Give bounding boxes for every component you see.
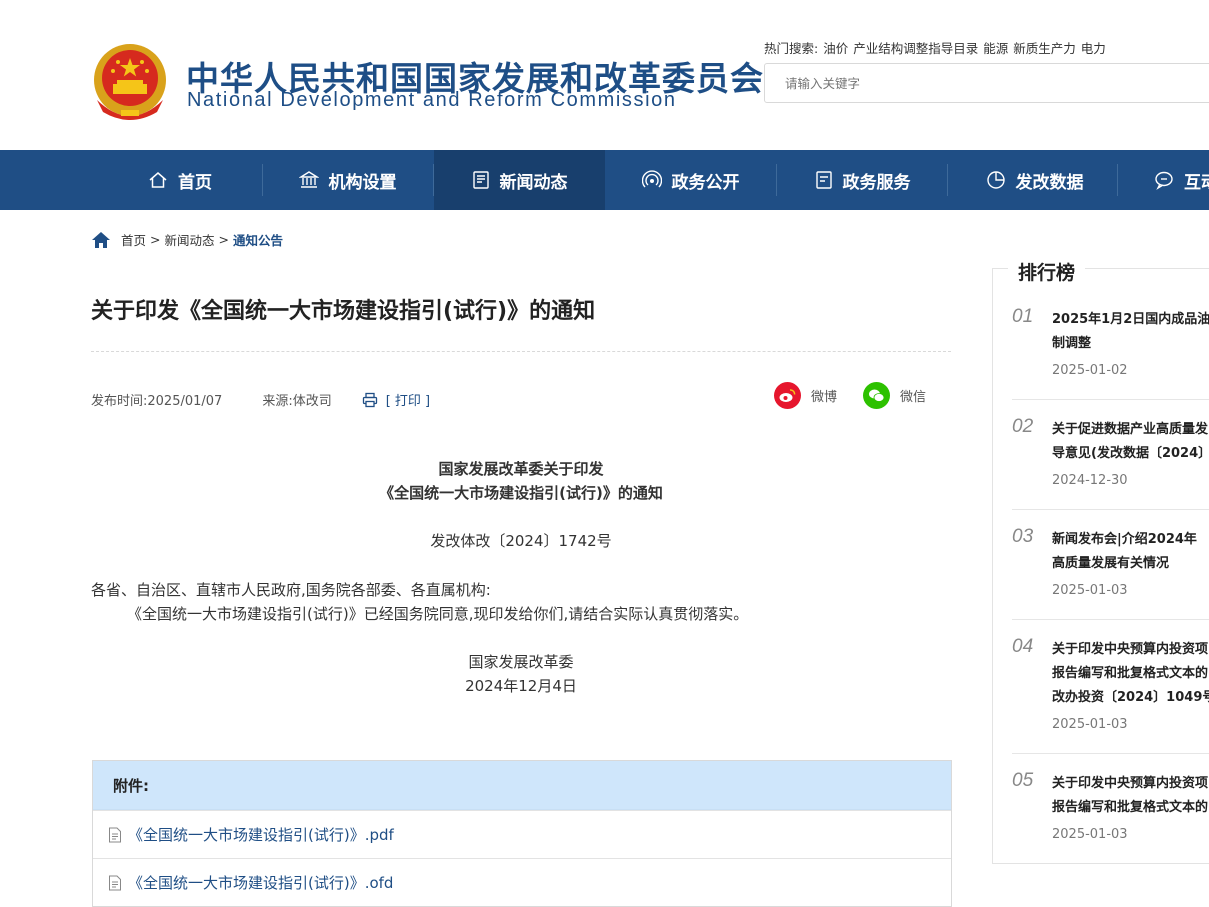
attachments-panel: 附件: 《全国统一大市场建设指引(试行)》.pdf 《全国统一大市场建设指引(试… bbox=[92, 760, 952, 907]
signature: 国家发展改革委 bbox=[468, 653, 574, 671]
ranking-number: 03 bbox=[1012, 526, 1034, 547]
hot-term[interactable]: 电力 bbox=[1081, 41, 1106, 56]
attachment-filename: 《全国统一大市场建设指引(试行)》.ofd bbox=[128, 874, 394, 892]
share-wechat[interactable]: 微信 bbox=[863, 382, 926, 409]
document-icon bbox=[815, 171, 832, 189]
ranking-divider bbox=[1012, 509, 1209, 510]
title-divider bbox=[91, 351, 951, 352]
national-emblem-icon[interactable] bbox=[91, 40, 169, 124]
ranking-divider bbox=[1012, 619, 1209, 620]
wechat-icon bbox=[863, 382, 890, 409]
hot-search: 热门搜索: 油价 产业结构调整指导目录 能源 新质生产力 电力 bbox=[764, 38, 1111, 57]
share-weibo[interactable]: 微博 bbox=[774, 382, 837, 409]
ranking-headline: 新闻发布会|介绍2024年 高质量发展有关情况 bbox=[1052, 532, 1197, 571]
ranking-date: 2025-01-02 bbox=[1052, 363, 1128, 378]
ranking-headline: 关于印发中央预算内投资项 报告编写和批复格式文本的 改办投资〔2024〕1049号 bbox=[1052, 642, 1209, 705]
ranking-date: 2025-01-03 bbox=[1052, 717, 1128, 732]
nav-divider bbox=[262, 164, 263, 196]
institution-icon bbox=[298, 171, 319, 188]
hot-term[interactable]: 能源 bbox=[983, 41, 1008, 56]
doc-heading-line2: 《全国统一大市场建设指引(试行)》的通知 bbox=[379, 484, 663, 502]
breadcrumb-home[interactable]: 首页 bbox=[121, 230, 146, 249]
publish-date: 发布时间:2025/01/07 bbox=[91, 394, 223, 409]
site-title-en[interactable]: National Development and Reform Commissi… bbox=[187, 89, 677, 112]
breadcrumb: 首页 > 新闻动态 > 通知公告 bbox=[91, 230, 283, 249]
pie-chart-icon bbox=[986, 171, 1005, 189]
attachment-link-ofd[interactable]: 《全国统一大市场建设指引(试行)》.ofd bbox=[93, 858, 951, 906]
ranking-title: 排行榜 bbox=[1008, 258, 1086, 285]
breadcrumb-separator: > bbox=[218, 232, 229, 247]
attachment-filename: 《全国统一大市场建设指引(试行)》.pdf bbox=[128, 826, 394, 844]
hot-term[interactable]: 新质生产力 bbox=[1013, 41, 1076, 56]
article-source: 来源:体改司 bbox=[262, 394, 332, 409]
home-icon[interactable] bbox=[91, 231, 111, 249]
ranking-number: 05 bbox=[1012, 770, 1034, 791]
nav-label: 发改数据 bbox=[1015, 172, 1084, 193]
printer-icon bbox=[362, 392, 377, 407]
nav-label: 新闻动态 bbox=[499, 172, 568, 193]
file-icon bbox=[109, 875, 121, 890]
nav-item-institutions[interactable]: 机构设置 bbox=[275, 150, 420, 210]
doc-number: 发改体改〔2024〕1742号 bbox=[430, 532, 612, 550]
article-meta: 发布时间:2025/01/07 来源:体改司 [ 打印 ] bbox=[91, 390, 430, 409]
share-wechat-label: 微信 bbox=[900, 390, 927, 405]
nav-item-home[interactable]: 首页 bbox=[110, 150, 250, 210]
ranking-number: 04 bbox=[1012, 636, 1034, 657]
nav-label: 政务服务 bbox=[842, 172, 911, 193]
nav-item-data[interactable]: 发改数据 bbox=[962, 150, 1107, 210]
ranking-date: 2024-12-30 bbox=[1052, 473, 1128, 488]
hot-term[interactable]: 产业结构调整指导目录 bbox=[853, 41, 978, 56]
nav-divider bbox=[776, 164, 777, 196]
ranking-number: 01 bbox=[1012, 306, 1034, 327]
file-icon bbox=[109, 827, 121, 842]
attachments-heading: 附件: bbox=[93, 761, 951, 810]
nav-label: 政务公开 bbox=[671, 172, 740, 193]
site-header: 中华人民共和国国家发展和改革委员会 National Development a… bbox=[0, 0, 1209, 150]
nav-divider bbox=[1117, 164, 1118, 196]
nav-label: 机构设置 bbox=[328, 172, 397, 193]
ranking-headline: 关于印发中央预算内投资项 报告编写和批复格式文本的 bbox=[1052, 776, 1209, 815]
nav-label: 首页 bbox=[178, 172, 212, 193]
nav-item-government-affairs[interactable]: 政务公开 bbox=[618, 150, 763, 210]
ranking-divider bbox=[1012, 399, 1209, 400]
home-icon bbox=[149, 172, 167, 188]
share-weibo-label: 微博 bbox=[811, 390, 838, 405]
doc-heading-line1: 国家发展改革委关于印发 bbox=[438, 460, 604, 478]
breadcrumb-separator: > bbox=[150, 232, 161, 247]
weibo-icon bbox=[774, 382, 801, 409]
nav-divider bbox=[947, 164, 948, 196]
nav-item-news[interactable]: 新闻动态 bbox=[434, 150, 605, 210]
main-nav: 首页 机构设置 新闻动态 政务公开 政务服务 发改数据 互动 bbox=[0, 150, 1209, 210]
attachment-link-pdf[interactable]: 《全国统一大市场建设指引(试行)》.pdf bbox=[93, 810, 951, 858]
hot-term[interactable]: 油价 bbox=[823, 41, 848, 56]
nav-item-interaction[interactable]: 互动 bbox=[1134, 150, 1209, 210]
ranking-date: 2025-01-03 bbox=[1052, 583, 1128, 598]
article-title: 关于印发《全国统一大市场建设指引(试行)》的通知 bbox=[91, 299, 596, 324]
print-button[interactable]: [ 打印 ] bbox=[362, 390, 430, 409]
ranking-date: 2025-01-03 bbox=[1052, 827, 1128, 842]
search-input[interactable] bbox=[764, 63, 1209, 103]
ranking-divider bbox=[1012, 753, 1209, 754]
broadcast-icon bbox=[641, 170, 662, 188]
hot-search-label: 热门搜索: bbox=[764, 41, 819, 56]
ranking-headline: 2025年1月2日国内成品油 制调整 bbox=[1052, 312, 1209, 351]
chat-icon bbox=[1155, 171, 1173, 190]
breadcrumb-current[interactable]: 通知公告 bbox=[233, 230, 283, 249]
ranking-headline: 关于促进数据产业高质量发 导意见(发改数据〔2024〕 bbox=[1052, 422, 1209, 461]
nav-label: 互动 bbox=[1184, 172, 1209, 193]
news-icon bbox=[472, 171, 489, 189]
salutation: 各省、自治区、直辖市人民政府,国务院各部委、各直属机构: bbox=[91, 581, 491, 599]
nav-item-government-services[interactable]: 政务服务 bbox=[790, 150, 935, 210]
ranking-number: 02 bbox=[1012, 416, 1034, 437]
body-paragraph: 《全国统一大市场建设指引(试行)》已经国务院同意,现印发给你们,请结合实际认真贯… bbox=[127, 605, 749, 623]
print-label: [ 打印 ] bbox=[385, 394, 431, 409]
signature-date: 2024年12月4日 bbox=[465, 677, 577, 695]
breadcrumb-news[interactable]: 新闻动态 bbox=[165, 230, 215, 249]
